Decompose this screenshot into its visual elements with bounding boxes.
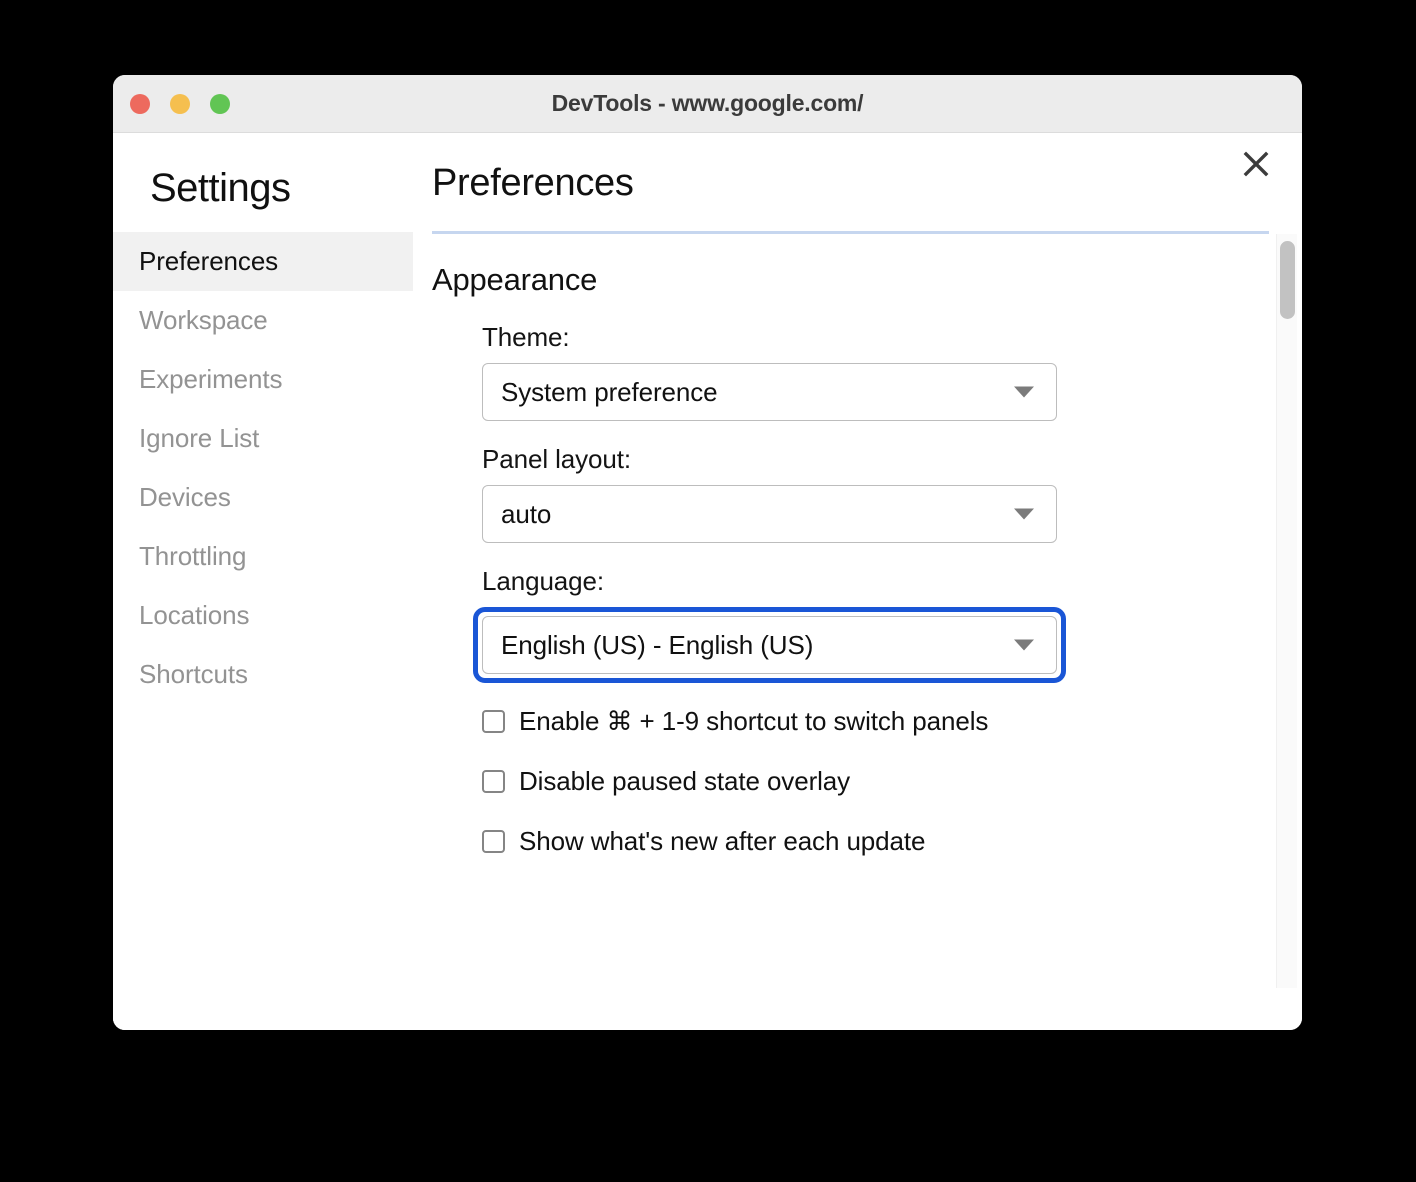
- sidebar-item-devices[interactable]: Devices: [113, 468, 413, 527]
- close-icon: [1241, 149, 1271, 179]
- sidebar-item-label: Devices: [139, 482, 231, 513]
- settings-sidebar: Settings Preferences Workspace Experimen…: [113, 133, 413, 1030]
- sidebar-item-label: Throttling: [139, 541, 246, 572]
- sidebar-item-label: Experiments: [139, 364, 282, 395]
- checkbox-paused-overlay[interactable]: [482, 770, 505, 793]
- sidebar-item-workspace[interactable]: Workspace: [113, 291, 413, 350]
- page-title: Preferences: [432, 162, 1302, 205]
- language-select[interactable]: English (US) - English (US): [482, 616, 1057, 674]
- vertical-scrollbar-thumb[interactable]: [1280, 241, 1295, 319]
- checkbox-label: Enable ⌘ + 1-9 shortcut to switch panels: [519, 706, 988, 737]
- sidebar-item-ignore-list[interactable]: Ignore List: [113, 409, 413, 468]
- settings-scroll-area: Appearance Theme: System preference: [432, 234, 1302, 988]
- close-settings-button[interactable]: [1237, 145, 1275, 183]
- sidebar-list: Preferences Workspace Experiments Ignore…: [113, 232, 413, 704]
- checkbox-label: Show what's new after each update: [519, 826, 925, 857]
- section-title-appearance: Appearance: [432, 262, 1269, 298]
- sidebar-title: Settings: [113, 166, 413, 211]
- checkbox-whats-new[interactable]: [482, 830, 505, 853]
- language-label: Language:: [482, 566, 1269, 597]
- checkbox-row-whats-new[interactable]: Show what's new after each update: [482, 826, 1269, 857]
- screen-background: DevTools - www.google.com/ Settings Pref…: [0, 0, 1416, 1182]
- panel-layout-select-value: auto: [501, 499, 551, 530]
- window-body: Settings Preferences Workspace Experimen…: [113, 133, 1302, 1030]
- language-select-value: English (US) - English (US): [501, 630, 813, 661]
- checkbox-row-shortcut-panels[interactable]: Enable ⌘ + 1-9 shortcut to switch panels: [482, 706, 1269, 737]
- sidebar-item-label: Workspace: [139, 305, 268, 336]
- chevron-down-icon: [1014, 387, 1034, 398]
- sidebar-item-experiments[interactable]: Experiments: [113, 350, 413, 409]
- chevron-down-icon: [1014, 640, 1034, 651]
- theme-select[interactable]: System preference: [482, 363, 1057, 421]
- sidebar-item-label: Ignore List: [139, 423, 259, 454]
- theme-select-value: System preference: [501, 377, 718, 408]
- sidebar-item-shortcuts[interactable]: Shortcuts: [113, 645, 413, 704]
- panel-layout-select[interactable]: auto: [482, 485, 1057, 543]
- sidebar-item-label: Preferences: [139, 246, 278, 277]
- sidebar-item-label: Locations: [139, 600, 249, 631]
- chevron-down-icon: [1014, 509, 1034, 520]
- window-title: DevTools - www.google.com/: [113, 90, 1302, 117]
- vertical-scrollbar[interactable]: [1276, 234, 1297, 988]
- window-titlebar: DevTools - www.google.com/: [113, 75, 1302, 133]
- checkbox-row-paused-overlay[interactable]: Disable paused state overlay: [482, 766, 1269, 797]
- settings-main-panel: Preferences Appearance Theme: System pre…: [413, 133, 1302, 1030]
- settings-scroll-content: Appearance Theme: System preference: [432, 234, 1269, 857]
- sidebar-item-preferences[interactable]: Preferences: [113, 232, 413, 291]
- checkbox-label: Disable paused state overlay: [519, 766, 850, 797]
- devtools-window: DevTools - www.google.com/ Settings Pref…: [113, 75, 1302, 1030]
- appearance-fields: Theme: System preference Panel layout:: [432, 322, 1269, 857]
- theme-select-wrapper: System preference: [482, 363, 1057, 421]
- language-select-wrapper: English (US) - English (US): [473, 607, 1066, 683]
- sidebar-item-locations[interactable]: Locations: [113, 586, 413, 645]
- checkbox-shortcut-panels[interactable]: [482, 710, 505, 733]
- sidebar-item-throttling[interactable]: Throttling: [113, 527, 413, 586]
- panel-layout-select-wrapper: auto: [482, 485, 1057, 543]
- theme-label: Theme:: [482, 322, 1269, 353]
- panel-layout-label: Panel layout:: [482, 444, 1269, 475]
- sidebar-item-label: Shortcuts: [139, 659, 248, 690]
